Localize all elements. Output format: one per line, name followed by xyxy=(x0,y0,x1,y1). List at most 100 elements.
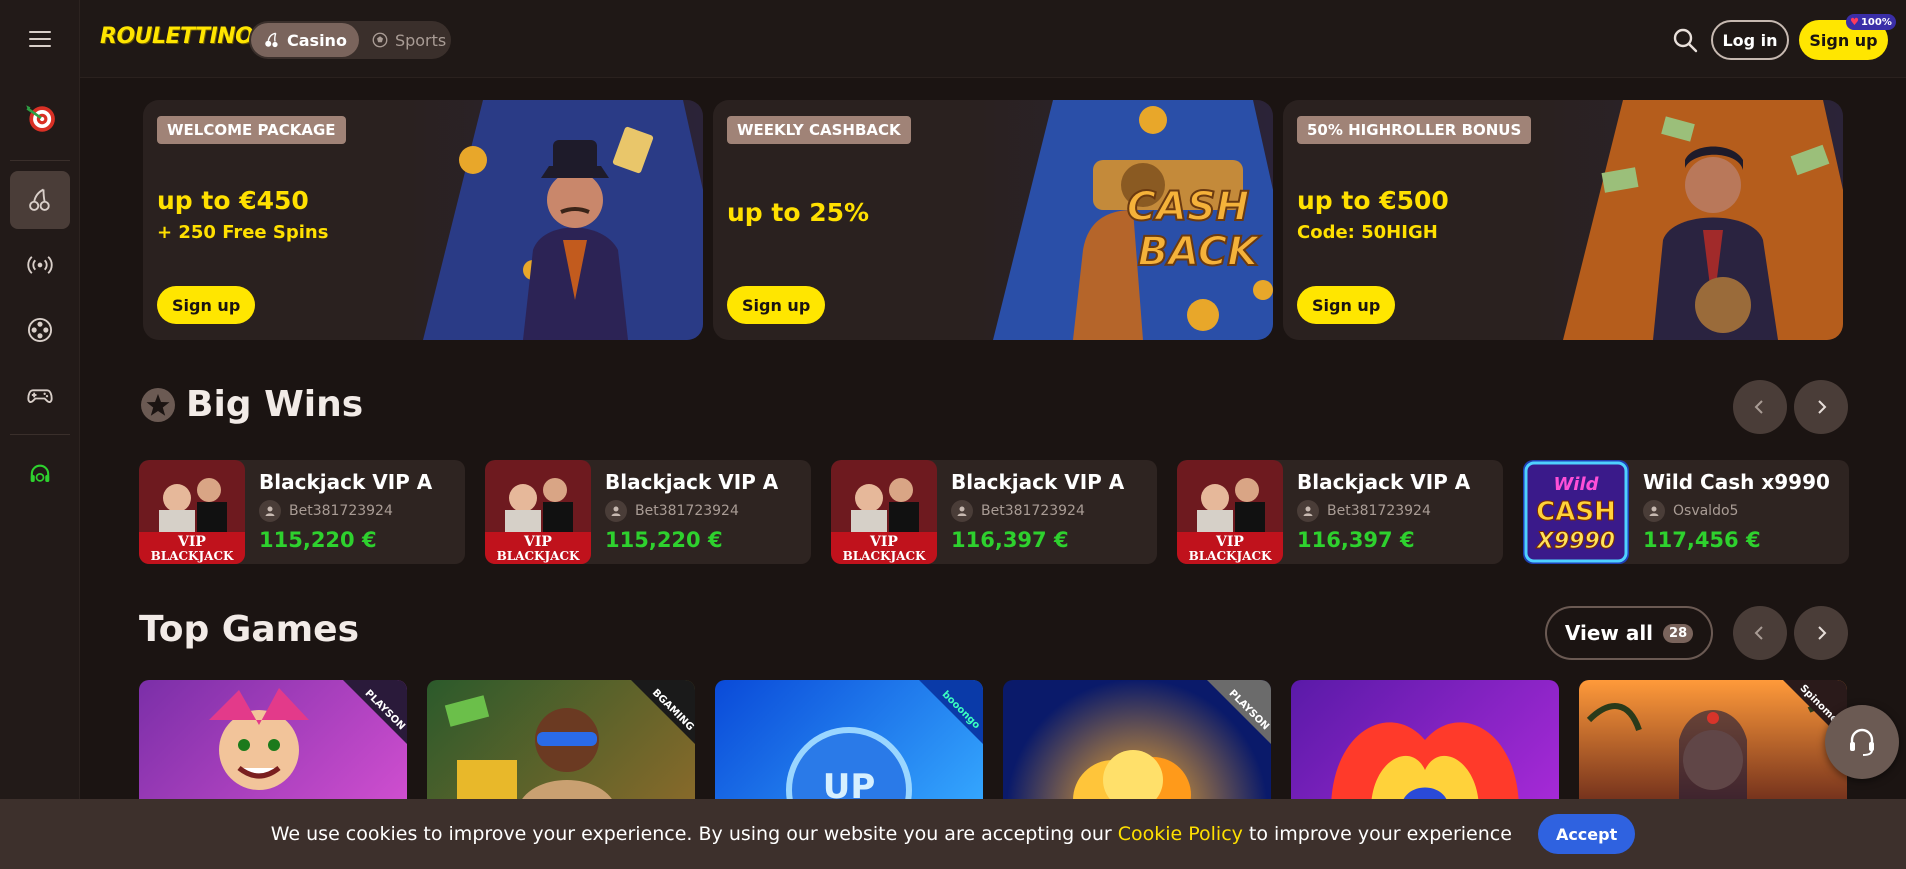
sidebar-item-games[interactable] xyxy=(10,366,70,424)
promo-signup-button[interactable]: Sign up xyxy=(157,286,256,324)
sidebar-item-films[interactable] xyxy=(10,301,70,359)
promo-signup-button[interactable]: Sign up xyxy=(1297,286,1396,324)
chevron-left-icon xyxy=(1754,626,1763,640)
sidebar-item-support[interactable] xyxy=(10,446,70,504)
big-wins-title: Big Wins xyxy=(186,384,364,425)
user-avatar-icon xyxy=(259,500,281,522)
promo-card-welcome[interactable]: WELCOME PACKAGE up to €450 + 250 Free Sp… xyxy=(143,100,703,340)
user-avatar-icon xyxy=(951,500,973,522)
view-all-label: View all xyxy=(1564,621,1654,645)
top-games-next-button[interactable] xyxy=(1794,606,1848,660)
login-button[interactable]: Log in xyxy=(1711,20,1789,60)
search-icon xyxy=(1673,28,1698,53)
sidebar-item-tournaments[interactable] xyxy=(10,90,70,148)
sidebar xyxy=(0,78,80,869)
gamepad-icon xyxy=(27,389,53,403)
promo-subtext: + 250 Free Spins xyxy=(157,222,329,243)
user-avatar-icon xyxy=(1643,500,1665,522)
promo-tag: WELCOME PACKAGE xyxy=(157,116,346,144)
heart-icon: ♥ xyxy=(1850,16,1859,28)
promo-signup-button[interactable]: Sign up xyxy=(727,286,826,324)
win-user: Bet381723924 xyxy=(605,500,739,522)
coin-up-game-art: UP booongo xyxy=(786,680,983,810)
win-game-name: Wild Cash x9990 xyxy=(1643,470,1830,494)
game-tile[interactable]: BGAMING xyxy=(427,680,695,810)
clown-hat-game-art xyxy=(1331,722,1519,810)
svg-text:BLACKJACK: BLACKJACK xyxy=(843,549,926,563)
game-tile[interactable] xyxy=(1291,680,1559,810)
svg-text:Wild: Wild xyxy=(1553,474,1599,495)
cookie-policy-link[interactable]: Cookie Policy xyxy=(1118,823,1243,845)
sidebar-item-live[interactable] xyxy=(10,236,70,294)
hamburger-menu-button[interactable] xyxy=(0,0,80,78)
tab-sports[interactable]: Sports xyxy=(359,23,458,57)
promo-tag: WEEKLY CASHBACK xyxy=(727,116,911,144)
game-tile[interactable]: UP booongo xyxy=(715,680,983,810)
user-avatar-icon xyxy=(1297,500,1319,522)
svg-text:CASH: CASH xyxy=(1536,497,1616,527)
win-amount: 116,397 € xyxy=(1297,528,1415,552)
live-broadcast-icon xyxy=(27,256,53,274)
site-logo[interactable]: ROULETTINO xyxy=(100,24,254,49)
headset-icon xyxy=(30,464,50,482)
svg-text:VIP: VIP xyxy=(523,534,552,550)
game-tile[interactable]: Spinomenal xyxy=(1579,680,1847,810)
svg-text:VIP: VIP xyxy=(177,534,206,550)
highroller-illustration xyxy=(1563,100,1843,340)
soccer-ball-icon xyxy=(372,32,388,48)
win-username: Osvaldo5 xyxy=(1673,503,1739,519)
tab-casino[interactable]: Casino xyxy=(251,23,359,57)
promo-card-cashback[interactable]: CASH BACK WEEKLY CASHBACK up to 25% Sign… xyxy=(713,100,1273,340)
svg-text:VIP: VIP xyxy=(1215,534,1244,550)
big-win-card[interactable]: VIP BLACKJACK Blackjack VIP A Bet3817239… xyxy=(139,460,465,564)
blackjack-vip-thumbnail: VIP BLACKJACK xyxy=(1177,460,1283,564)
win-user: Bet381723924 xyxy=(951,500,1085,522)
film-reel-icon xyxy=(27,317,53,343)
game-tile[interactable]: PLAYSON xyxy=(139,680,407,810)
cookie-text-after: to improve your experience xyxy=(1248,823,1512,845)
big-win-card[interactable]: VIP BLACKJACK Blackjack VIP A Bet3817239… xyxy=(831,460,1157,564)
blackjack-vip-thumbnail: VIP BLACKJACK xyxy=(485,460,591,564)
big-wins-prev-button[interactable] xyxy=(1733,380,1787,434)
win-amount: 115,220 € xyxy=(605,528,723,552)
casino-sports-toggle: Casino Sports xyxy=(249,21,451,59)
headset-icon xyxy=(1850,728,1874,756)
gangster-illustration xyxy=(423,100,703,340)
svg-text:X9990: X9990 xyxy=(1535,529,1615,554)
big-win-card[interactable]: VIP BLACKJACK Blackjack VIP A Bet3817239… xyxy=(485,460,811,564)
big-wins-next-button[interactable] xyxy=(1794,380,1848,434)
search-button[interactable] xyxy=(1672,27,1698,53)
promo-tag: 50% HIGHROLLER BONUS xyxy=(1297,116,1532,144)
hamburger-icon xyxy=(28,31,51,47)
tab-sports-label: Sports xyxy=(394,30,447,50)
top-games-title: Top Games xyxy=(139,609,360,650)
tab-casino-label: Casino xyxy=(287,30,347,50)
win-game-name: Blackjack VIP A xyxy=(259,470,433,494)
svg-text:CASH: CASH xyxy=(1127,184,1250,230)
sidebar-item-casino[interactable] xyxy=(10,171,70,229)
promo-headline: up to €500 xyxy=(1297,186,1449,215)
rapper-game-art: BGAMING xyxy=(444,680,695,810)
signup-badge-text: 100% xyxy=(1860,16,1892,28)
big-win-card[interactable]: Wild CASH X9990 Wild Cash x9990 Osvaldo5… xyxy=(1523,460,1849,564)
svg-text:BLACKJACK: BLACKJACK xyxy=(497,549,580,563)
cherry-icon xyxy=(29,188,50,211)
view-all-button[interactable]: View all 28 xyxy=(1545,606,1713,660)
big-win-card[interactable]: VIP BLACKJACK Blackjack VIP A Bet3817239… xyxy=(1177,460,1503,564)
cookie-banner: We use cookies to improve your experienc… xyxy=(0,799,1906,869)
dartboard-icon xyxy=(26,105,55,132)
promo-card-highroller[interactable]: 50% HIGHROLLER BONUS up to €500 Code: 50… xyxy=(1283,100,1843,340)
accept-cookies-button[interactable]: Accept xyxy=(1537,814,1636,854)
win-username: Bet381723924 xyxy=(289,503,393,519)
user-avatar-icon xyxy=(605,500,627,522)
cookie-text: We use cookies to improve your experienc… xyxy=(270,823,1112,845)
svg-text:BACK: BACK xyxy=(1138,229,1262,275)
game-tile[interactable]: PLAYSON xyxy=(1003,680,1271,810)
win-amount: 116,397 € xyxy=(951,528,1069,552)
top-games-prev-button[interactable] xyxy=(1733,606,1787,660)
promo-subtext: Code: 50HIGH xyxy=(1297,222,1438,243)
win-user: Bet381723924 xyxy=(259,500,393,522)
live-support-button[interactable] xyxy=(1825,705,1899,779)
win-username: Bet381723924 xyxy=(981,503,1085,519)
wild-cash-thumbnail: Wild CASH X9990 xyxy=(1523,460,1629,564)
